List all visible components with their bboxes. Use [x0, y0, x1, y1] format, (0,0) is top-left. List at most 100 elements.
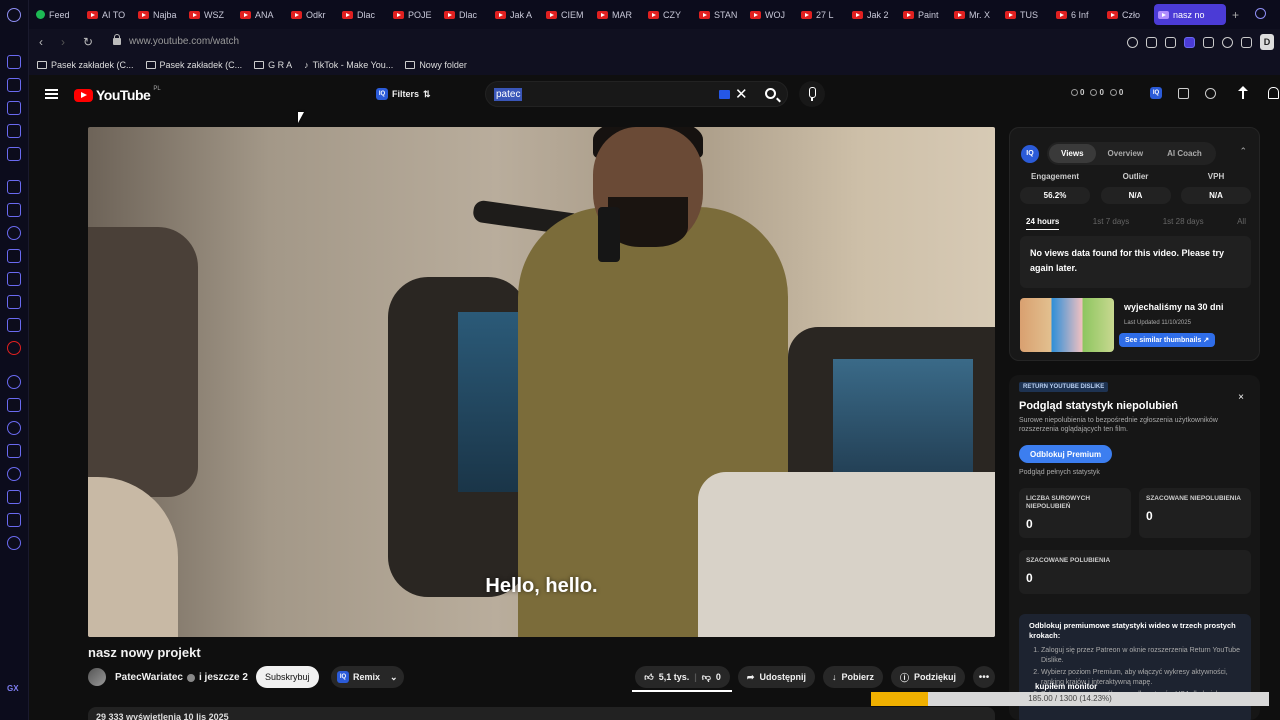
sidebar-telegram-icon[interactable] — [7, 249, 21, 263]
profile-avatar[interactable]: D — [1260, 34, 1274, 50]
thumbs-up-icon[interactable]: 👍︎ — [644, 672, 653, 683]
thumbs-down-icon[interactable]: 👎︎ — [702, 672, 711, 683]
extension-grid-icon[interactable] — [1178, 87, 1189, 99]
vidiq-extension-icon[interactable]: IQ — [1150, 87, 1162, 99]
sidebar-games-icon[interactable] — [7, 124, 21, 138]
tab[interactable]: CZY — [644, 4, 692, 25]
forward-arrow-icon[interactable]: › — [61, 35, 73, 49]
range-24-hours[interactable]: 24 hours — [1026, 217, 1060, 230]
sidebar-store-icon[interactable] — [7, 101, 21, 115]
sidebar-settings-icon[interactable] — [7, 536, 21, 550]
download-button[interactable]: ↓ Pobierz — [822, 666, 883, 688]
sidebar-list-icon[interactable] — [7, 444, 21, 458]
video-player[interactable]: Hello, hello. — [88, 127, 995, 637]
tab[interactable]: WOJ — [746, 4, 794, 25]
sidebar-downloads-icon[interactable] — [7, 490, 21, 504]
tab[interactable]: Paint — [899, 4, 947, 25]
notifications-bell-icon[interactable] — [1268, 87, 1279, 99]
subscribe-button[interactable]: Subskrybuj — [256, 666, 319, 688]
tab[interactable]: Dlac — [338, 4, 386, 25]
sidebar-discord-icon[interactable] — [7, 318, 21, 332]
sidebar-ai-icon[interactable] — [7, 180, 21, 194]
sidebar-extensions-icon[interactable] — [7, 513, 21, 527]
more-actions-button[interactable]: ••• — [973, 666, 995, 688]
tab[interactable]: CIEM — [542, 4, 590, 25]
unlock-premium-button[interactable]: Odblokuj Premium — [1019, 445, 1113, 463]
sidebar-messenger-icon[interactable] — [7, 226, 21, 240]
pin-icon[interactable] — [1146, 36, 1157, 48]
collapse-chevron-icon[interactable]: ⌃ — [1239, 146, 1247, 157]
opera-gx-logo-icon[interactable] — [7, 8, 21, 22]
bookmark-item[interactable]: ♪ TikTok - Make You... — [304, 60, 393, 70]
search-icon[interactable] — [765, 88, 776, 99]
remix-button[interactable]: IQ Remix ⌄ — [331, 666, 404, 688]
voice-search-mic-icon[interactable] — [799, 81, 825, 107]
tab[interactable]: Odkr — [287, 4, 335, 25]
new-tab-plus-icon[interactable]: + — [1232, 8, 1239, 22]
range-all[interactable]: All — [1237, 217, 1246, 230]
tab[interactable]: Jak A — [491, 4, 539, 25]
bookmark-item[interactable]: Pasek zakładek (C... — [145, 60, 242, 70]
tab[interactable]: 27 L — [797, 4, 845, 25]
tab[interactable]: Jak 2 — [848, 4, 896, 25]
tab[interactable]: MAR — [593, 4, 641, 25]
tab[interactable]: POJE — [389, 4, 437, 25]
see-similar-thumbnails-button[interactable]: See similar thumbnails ↗ — [1119, 333, 1216, 347]
youtube-logo[interactable]: YouTube PL — [74, 86, 161, 103]
tab[interactable]: Najba — [134, 4, 182, 25]
search-box[interactable]: patec ✕ — [485, 81, 788, 107]
snapshot-icon[interactable] — [1165, 36, 1176, 48]
menu-hamburger-icon[interactable] — [45, 89, 58, 99]
vpn-shield-icon[interactable] — [1184, 36, 1195, 48]
range-7-days[interactable]: 1st 7 days — [1093, 217, 1129, 230]
url-field[interactable]: www.youtube.com/watch — [113, 34, 239, 47]
bookmark-item[interactable]: G R A — [254, 60, 292, 70]
sidebar-chat-icon[interactable] — [7, 78, 21, 92]
share-button[interactable]: ➦ Udostępnij — [737, 666, 815, 688]
search-input[interactable]: patec — [494, 88, 523, 101]
channel-name[interactable]: PatecWariatec i jeszcze 2 — [115, 672, 248, 683]
back-arrow-icon[interactable]: ‹ — [39, 35, 51, 49]
tab[interactable]: Feed — [32, 4, 80, 25]
sidebar-news-icon[interactable] — [7, 147, 21, 161]
url-text[interactable]: www.youtube.com/watch — [129, 36, 239, 47]
sidebar-heart-icon[interactable] — [7, 421, 21, 435]
sidebar-instagram-icon[interactable] — [7, 272, 21, 286]
sidebar-youtube-icon[interactable] — [7, 341, 21, 355]
sidebar-twitch-icon[interactable] — [7, 203, 21, 217]
tab[interactable]: AI TO — [83, 4, 131, 25]
tab[interactable]: WSZ — [185, 4, 233, 25]
player-icon[interactable] — [1203, 36, 1214, 48]
tab[interactable]: STAN — [695, 4, 743, 25]
filters-button[interactable]: IQ Filters ⇅ — [370, 83, 437, 105]
close-icon[interactable]: × — [1238, 392, 1244, 403]
tab[interactable]: TUS — [1001, 4, 1049, 25]
sidebar-music-icon[interactable] — [7, 375, 21, 389]
zoom-icon[interactable] — [1127, 36, 1138, 48]
tab-views[interactable]: Views — [1049, 144, 1096, 163]
sidebar-x-icon[interactable] — [7, 295, 21, 309]
bookmark-item[interactable]: Nowy folder — [405, 60, 467, 70]
tab[interactable]: ANA — [236, 4, 284, 25]
tab[interactable]: Dlac — [440, 4, 488, 25]
description-box[interactable]: 29 333 wyświetlenia 10 lis 2025 — [88, 707, 995, 720]
tab-ai-coach[interactable]: AI Coach — [1155, 144, 1214, 163]
related-thumbnail[interactable] — [1020, 298, 1114, 352]
sidebar-mail-icon[interactable] — [7, 55, 21, 69]
tab[interactable]: Mr. X — [950, 4, 998, 25]
sidebar-history-icon[interactable] — [7, 467, 21, 481]
bookmark-item[interactable]: Pasek zakładek (C... — [37, 60, 134, 70]
extension-badge-icon[interactable] — [1205, 87, 1216, 99]
favorites-heart-icon[interactable] — [1222, 36, 1233, 48]
tab-overview[interactable]: Overview — [1096, 144, 1156, 163]
range-28-days[interactable]: 1st 28 days — [1163, 217, 1204, 230]
tab[interactable]: Czło — [1103, 4, 1151, 25]
extensions-icon[interactable] — [1241, 36, 1252, 48]
thanks-button[interactable]: ⓘ Podziękuj — [890, 666, 965, 688]
reload-icon[interactable]: ↻ — [83, 35, 95, 49]
tab-search-icon[interactable] — [1255, 8, 1266, 19]
tab[interactable]: 6 Inf — [1052, 4, 1100, 25]
clear-search-icon[interactable]: ✕ — [735, 85, 748, 103]
like-dislike-button[interactable]: 👍︎ 5,1 tys. | 👎︎ 0 — [635, 666, 730, 688]
upload-icon[interactable] — [1238, 86, 1248, 99]
